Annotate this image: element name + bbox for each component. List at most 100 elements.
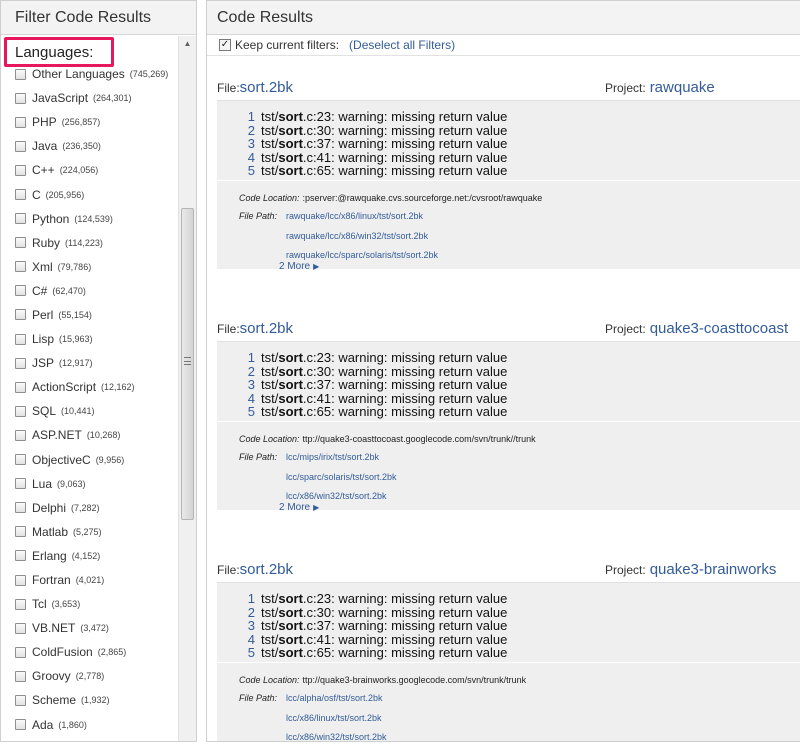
language-checkbox[interactable] xyxy=(15,502,26,514)
file-path-link[interactable]: lcc/x86/win32/tst/sort.2bk xyxy=(286,732,387,741)
language-checkbox[interactable] xyxy=(15,694,26,706)
language-filter-item[interactable]: Xml (79,786) xyxy=(1,255,179,279)
language-checkbox[interactable] xyxy=(15,670,26,682)
language-checkbox[interactable] xyxy=(15,213,26,225)
file-name-link[interactable]: sort.2bk xyxy=(240,79,293,96)
language-filter-item[interactable]: Lisp (15,963) xyxy=(1,327,179,351)
language-filter-item[interactable]: Delphi (7,282) xyxy=(1,496,179,520)
language-checkbox[interactable] xyxy=(15,454,26,466)
language-count: (236,350) xyxy=(62,141,101,152)
scroll-thumb[interactable] xyxy=(181,208,194,520)
file-path-link[interactable]: lcc/x86/win32/tst/sort.2bk xyxy=(286,491,387,501)
language-checkbox[interactable] xyxy=(15,333,26,345)
language-checkbox[interactable] xyxy=(15,357,26,369)
line-number[interactable]: 1 xyxy=(243,351,255,365)
language-count: (3,472) xyxy=(80,623,109,634)
language-filter-item[interactable]: Python (124,539) xyxy=(1,207,179,231)
project-name-link[interactable]: quake3-coasttocoast xyxy=(650,320,788,337)
language-checkbox[interactable] xyxy=(15,261,26,273)
line-number[interactable]: 4 xyxy=(243,151,255,165)
language-checkbox[interactable] xyxy=(15,68,26,80)
language-filter-item[interactable]: ColdFusion (2,865) xyxy=(1,640,179,664)
code-snippet: 1 tst/sort.c:23: warning: missing return … xyxy=(217,100,800,272)
line-number[interactable]: 5 xyxy=(243,164,255,178)
scroll-up-icon[interactable]: ▲ xyxy=(179,36,196,52)
language-filter-item[interactable]: ActionScript (12,162) xyxy=(1,375,179,399)
language-filter-item[interactable]: Matlab (5,275) xyxy=(1,520,179,544)
more-paths-link[interactable]: 2 More ▶ xyxy=(279,261,319,272)
language-checkbox[interactable] xyxy=(15,285,26,297)
code-line: 5 tst/sort.c:65: warning: missing return … xyxy=(243,405,508,419)
language-checkbox[interactable] xyxy=(15,646,26,658)
project-label-text: Project: xyxy=(605,563,646,577)
language-filter-item[interactable]: SQL (10,441) xyxy=(1,399,179,423)
language-filter-item[interactable]: Ada (1,860) xyxy=(1,713,179,737)
deselect-all-filters-link[interactable]: (Deselect all Filters) xyxy=(349,38,455,52)
line-number[interactable]: 5 xyxy=(243,405,255,419)
file-path-link[interactable]: rawquake/lcc/sparc/solaris/tst/sort.2bk xyxy=(286,250,438,260)
language-filter-item[interactable]: C# (62,470) xyxy=(1,279,179,303)
language-filter-item[interactable]: Perl (55,154) xyxy=(1,303,179,327)
language-checkbox[interactable] xyxy=(15,526,26,538)
file-path-link[interactable]: lcc/alpha/osf/tst/sort.2bk xyxy=(286,693,383,703)
language-checkbox[interactable] xyxy=(15,622,26,634)
file-path-link[interactable]: lcc/sparc/solaris/tst/sort.2bk xyxy=(286,472,397,482)
line-number[interactable]: 2 xyxy=(243,605,255,620)
language-checkbox[interactable] xyxy=(15,429,26,441)
language-filter-item[interactable]: Erlang (4,152) xyxy=(1,544,179,568)
language-checkbox[interactable] xyxy=(15,719,26,731)
language-checkbox[interactable] xyxy=(15,189,26,201)
language-filter-item[interactable]: Ruby (114,223) xyxy=(1,231,179,255)
line-number[interactable]: 5 xyxy=(243,646,255,660)
line-number[interactable]: 2 xyxy=(243,364,255,379)
line-number[interactable]: 3 xyxy=(243,619,255,633)
file-path-link[interactable]: rawquake/lcc/x86/win32/tst/sort.2bk xyxy=(286,231,428,241)
keep-filters-label: Keep current filters: xyxy=(235,38,340,52)
language-checkbox[interactable] xyxy=(15,116,26,128)
line-number[interactable]: 4 xyxy=(243,633,255,647)
file-name-link[interactable]: sort.2bk xyxy=(240,320,293,337)
language-checkbox[interactable] xyxy=(15,140,26,152)
filter-scrollbar[interactable]: ▲ xyxy=(178,36,196,741)
language-filter-item[interactable]: JavaScript (264,301) xyxy=(1,86,179,110)
language-checkbox[interactable] xyxy=(15,164,26,176)
line-number[interactable]: 4 xyxy=(243,392,255,406)
line-number[interactable]: 2 xyxy=(243,123,255,138)
file-path-link[interactable]: lcc/x86/linux/tst/sort.2bk xyxy=(286,713,382,723)
language-checkbox[interactable] xyxy=(15,237,26,249)
language-filter-item[interactable]: Groovy (2,778) xyxy=(1,664,179,688)
language-filter-item[interactable]: ObjectiveC (9,956) xyxy=(1,448,179,472)
file-name-link[interactable]: sort.2bk xyxy=(240,561,293,578)
language-checkbox[interactable] xyxy=(15,478,26,490)
file-path-link[interactable]: rawquake/lcc/x86/linux/tst/sort.2bk xyxy=(286,211,423,221)
project-name-link[interactable]: quake3-brainworks xyxy=(650,561,777,578)
language-filter-item[interactable]: Tcl (3,653) xyxy=(1,592,179,616)
file-path-link[interactable]: lcc/mips/irix/tst/sort.2bk xyxy=(286,452,379,462)
language-filter-item[interactable]: Scheme (1,932) xyxy=(1,688,179,712)
language-filter-item[interactable]: ASP.NET (10,268) xyxy=(1,423,179,447)
language-checkbox[interactable] xyxy=(15,405,26,417)
language-label: Perl xyxy=(32,307,54,322)
line-number[interactable]: 3 xyxy=(243,137,255,151)
language-filter-item[interactable]: Java (236,350) xyxy=(1,134,179,158)
language-checkbox[interactable] xyxy=(15,309,26,321)
language-filter-item[interactable]: Lua (9,063) xyxy=(1,472,179,496)
line-number[interactable]: 1 xyxy=(243,110,255,124)
language-checkbox[interactable] xyxy=(15,574,26,586)
language-filter-item[interactable]: VB.NET (3,472) xyxy=(1,616,179,640)
language-checkbox[interactable] xyxy=(15,92,26,104)
language-filter-item[interactable]: Fortran (4,021) xyxy=(1,568,179,592)
line-number[interactable]: 3 xyxy=(243,378,255,392)
language-checkbox[interactable] xyxy=(15,598,26,610)
language-filter-item[interactable]: C++ (224,056) xyxy=(1,158,179,182)
more-paths-link[interactable]: 2 More ▶ xyxy=(279,502,319,513)
language-filter-item[interactable]: JSP (12,917) xyxy=(1,351,179,375)
keep-filters-checkbox[interactable]: ✓ xyxy=(219,39,231,51)
language-filter-item[interactable]: PHP (256,857) xyxy=(1,110,179,134)
project-name-link[interactable]: rawquake xyxy=(650,79,715,96)
language-filter-item[interactable]: C (205,956) xyxy=(1,182,179,206)
language-checkbox[interactable] xyxy=(15,550,26,562)
line-number[interactable]: 1 xyxy=(243,592,255,606)
snippet-divider xyxy=(217,180,800,181)
language-checkbox[interactable] xyxy=(15,381,26,393)
